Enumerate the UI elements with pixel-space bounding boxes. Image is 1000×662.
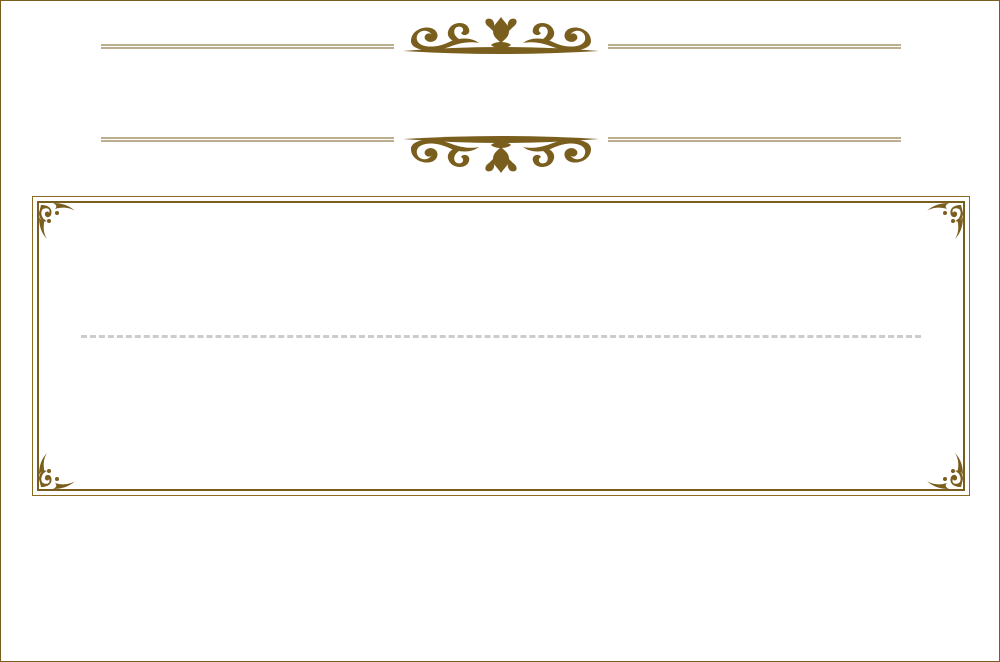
flourish-ornament-icon (101, 136, 901, 173)
dashed-separator (81, 335, 921, 338)
certificate-page (0, 0, 1000, 662)
flourish-ornament-icon (101, 17, 901, 54)
top-ornamental-divider (1, 13, 1000, 54)
corner-flourish-icon (35, 449, 79, 493)
second-ornamental-divider (1, 129, 1000, 173)
corner-flourish-icon (923, 199, 967, 243)
corner-flourish-icon (923, 449, 967, 493)
ornamental-frame (32, 196, 970, 496)
inner-frame-border (37, 201, 965, 491)
corner-flourish-icon (35, 199, 79, 243)
